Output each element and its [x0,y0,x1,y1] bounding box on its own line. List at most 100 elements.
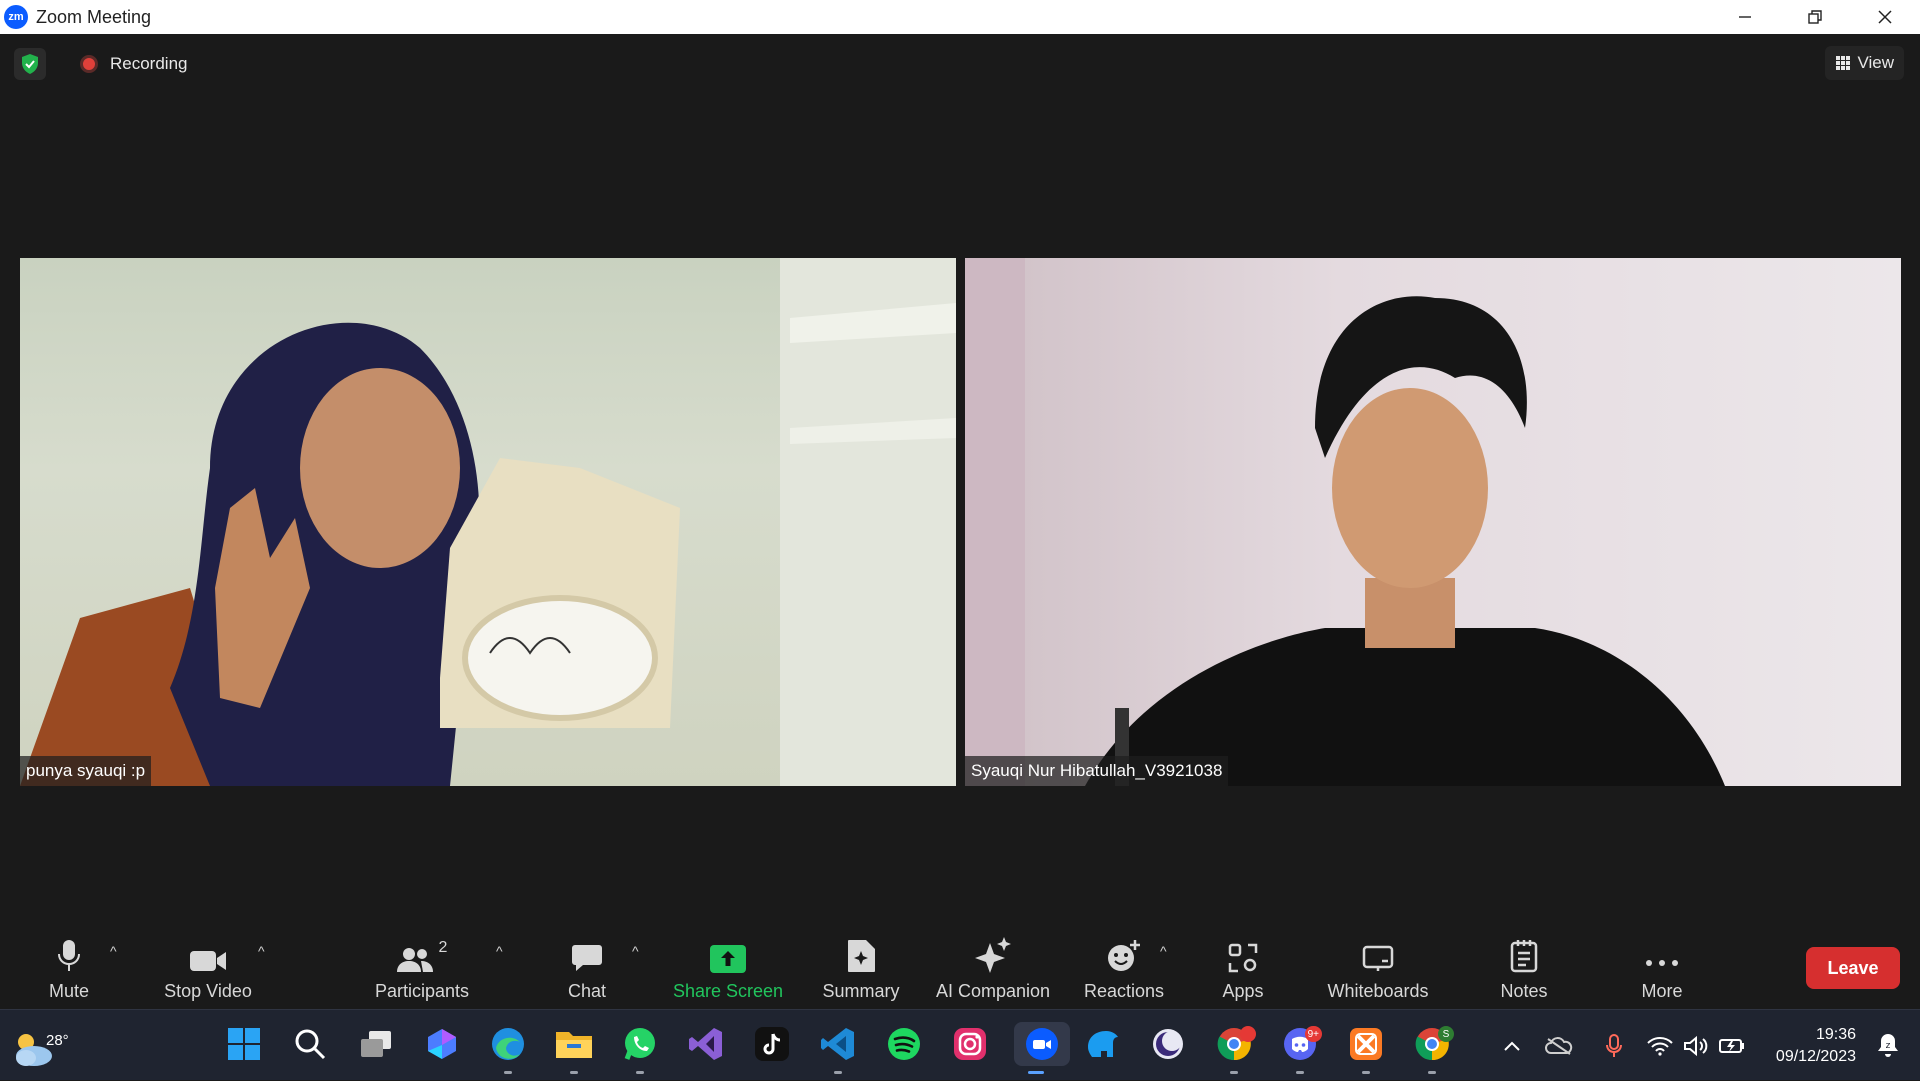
whiteboard-icon [1362,945,1394,971]
meeting-status: Recording [14,48,188,80]
leave-button[interactable]: Leave [1806,947,1900,989]
stop-video-button[interactable]: Stop Video [160,929,256,1009]
share-screen-icon [710,945,746,973]
xampp-icon [1350,1028,1382,1060]
battery-charging-icon [1719,1038,1744,1053]
recording-indicator-icon[interactable] [80,55,98,73]
visual-studio-icon [689,1028,722,1060]
onedrive-tray-button[interactable] [1534,1036,1584,1055]
reactions-options-chevron-up-icon[interactable]: ^ [1160,943,1167,959]
ai-sparkle-icon [975,937,1011,973]
mute-label: Mute [48,981,90,1001]
window-controls [1710,0,1920,34]
meeting-area: Recording View punya syauqi :p Syauqi Nu… [0,34,1920,929]
participants-button[interactable]: 2 Participants [372,929,472,1009]
chat-bubble-icon [572,945,602,971]
instagram-button[interactable] [948,1022,992,1066]
participants-count: 2 [438,939,448,956]
stop-video-label: Stop Video [164,981,252,1001]
ai-companion-label: AI Companion [935,981,1051,1001]
eclipse-button[interactable] [1146,1022,1190,1066]
recording-label: Recording [110,54,188,73]
weather-widget[interactable]: 28° [12,1020,69,1070]
task-view-button[interactable] [354,1022,398,1066]
microphone-tray-button[interactable] [1592,1033,1636,1058]
spotify-button[interactable] [882,1022,926,1066]
view-button[interactable]: View [1825,46,1904,80]
chat-label: Chat [567,981,607,1001]
encryption-shield-button[interactable] [14,48,46,80]
share-screen-button[interactable]: Share Screen [672,929,784,1009]
whatsapp-button[interactable] [618,1022,662,1074]
edge-button[interactable] [486,1022,530,1074]
taskbar-clock[interactable]: 19:36 09/12/2023 [1776,1024,1856,1068]
participants-options-chevron-up-icon[interactable]: ^ [496,943,503,959]
shield-icon [22,54,38,74]
onedrive-cloud-offline-icon [1545,1036,1573,1055]
instagram-icon [954,1028,986,1060]
summary-button[interactable]: Summary [820,929,902,1009]
chrome-profile-badge: S [1438,1026,1454,1042]
mute-options-chevron-up-icon[interactable]: ^ [110,943,117,959]
participant-1-video-image [20,258,956,786]
reactions-button[interactable]: Reactions [1082,929,1166,1009]
chevron-up-icon [1504,1041,1520,1051]
notes-icon [1510,940,1538,973]
file-explorer-button[interactable] [552,1022,596,1074]
apps-button[interactable]: Apps [1218,929,1268,1009]
speaker-volume-icon [1684,1035,1708,1056]
battery-tray-button[interactable] [1714,1037,1750,1055]
tiktok-icon [755,1027,789,1061]
discord-button[interactable]: 9+ [1278,1022,1322,1074]
chrome-button[interactable] [1212,1022,1256,1074]
close-button[interactable] [1850,0,1920,34]
zoom-taskbar-button[interactable] [1014,1022,1070,1074]
volume-tray-button[interactable] [1678,1035,1714,1057]
file-explorer-icon [556,1032,592,1058]
participant-2-video-image [965,258,1725,786]
video-tile-participant-2[interactable]: Syauqi Nur Hibatullah_V3921038 [965,258,1901,786]
show-hidden-icons-button[interactable] [1496,1040,1528,1052]
restore-button[interactable] [1780,0,1850,34]
minimize-icon [1739,16,1751,18]
chrome-notification-badge [1240,1026,1256,1042]
windows-start-icon [228,1028,260,1060]
zoom-app-icon: zm [4,5,28,29]
windows-taskbar: 28° 9+ S 19:36 09/12/2023 z [0,1009,1920,1080]
clock-time: 19:36 [1815,1026,1856,1043]
summary-label: Summary [822,981,900,1001]
minimize-button[interactable] [1710,0,1780,34]
mute-button[interactable]: Mute [44,929,94,1009]
xampp-button[interactable] [1344,1022,1388,1074]
chat-options-chevron-up-icon[interactable]: ^ [632,943,639,959]
zoom-icon [1026,1028,1058,1060]
share-screen-label: Share Screen [672,981,784,1001]
system-tray [1496,1010,1750,1081]
edge-icon [492,1028,524,1060]
visual-studio-button[interactable] [684,1022,728,1066]
more-dots-icon [1646,960,1678,966]
vscode-button[interactable] [816,1022,860,1074]
notes-button[interactable]: Notes [1496,929,1552,1009]
video-options-chevron-up-icon[interactable]: ^ [258,943,265,959]
dolphin-icon [1088,1031,1118,1057]
meeting-toolbar: Mute ^ Stop Video ^ 2 Participants ^ Cha… [0,929,1920,1009]
network-tray-button[interactable] [1642,1036,1678,1056]
taskbar-search-button[interactable] [288,1022,332,1066]
notifications-button[interactable]: z [1876,1032,1900,1063]
copilot-button[interactable] [420,1022,464,1066]
tiktok-button[interactable] [750,1022,794,1066]
whiteboards-button[interactable]: Whiteboards [1320,929,1436,1009]
discord-notification-badge: 9+ [1304,1026,1322,1042]
chrome-profile-button[interactable]: S [1410,1022,1454,1074]
chat-button[interactable]: Chat [562,929,612,1009]
dolphin-app-button[interactable] [1080,1022,1124,1066]
video-tile-participant-1[interactable]: punya syauqi :p [20,258,956,786]
whiteboards-label: Whiteboards [1327,981,1429,1001]
summary-document-icon [848,940,875,972]
view-label: View [1857,53,1894,72]
ai-companion-button[interactable]: AI Companion [932,929,1054,1009]
notes-label: Notes [1500,981,1548,1001]
start-button[interactable] [222,1022,266,1066]
more-button[interactable]: More [1636,929,1688,1009]
